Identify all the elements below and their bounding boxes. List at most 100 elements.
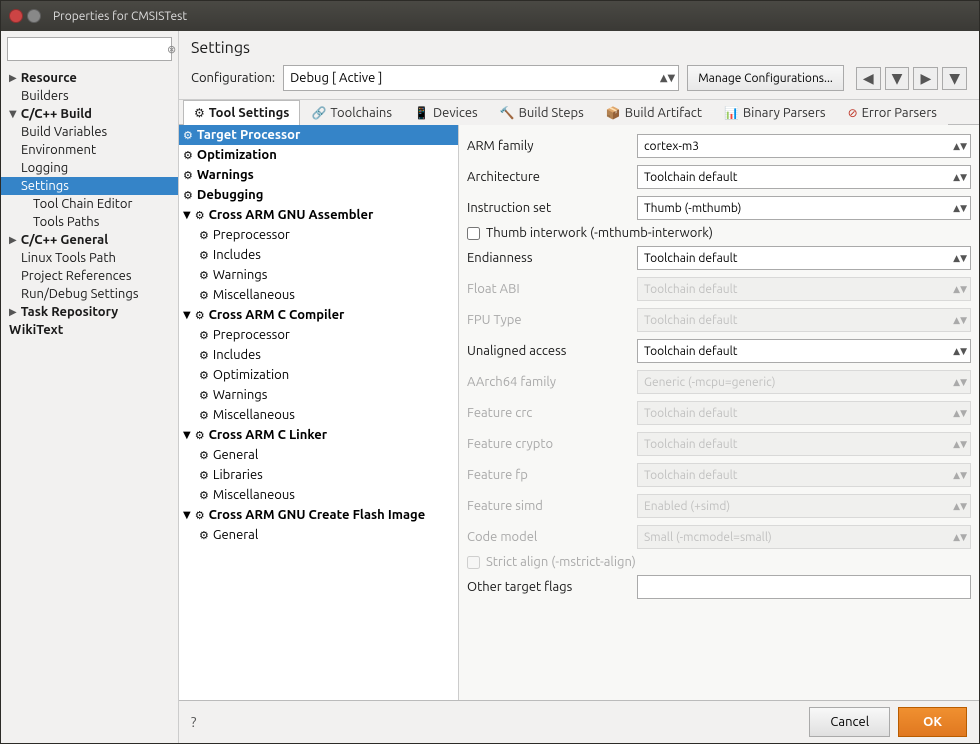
sidebar-item-tools-paths[interactable]: Tools Paths xyxy=(1,213,178,231)
tab-binary-parsers[interactable]: 📊 Binary Parsers xyxy=(713,100,837,125)
sidebar-item-cpp-build[interactable]: ▼ C/C++ Build xyxy=(1,105,178,123)
sidebar-item-label: Run/Debug Settings xyxy=(21,287,138,301)
tool-tree-item-cross-asm[interactable]: ▼ ⚙ Cross ARM GNU Assembler xyxy=(179,205,458,225)
ok-button[interactable]: OK xyxy=(898,707,967,737)
tool-tree-item-cc-includes[interactable]: ⚙ Includes xyxy=(179,345,458,365)
tab-tool-settings[interactable]: ⚙ Tool Settings xyxy=(183,100,300,125)
tab-error-parsers[interactable]: ⊘ Error Parsers xyxy=(837,100,948,125)
code-model-select[interactable]: Small (-mcmodel=small) xyxy=(637,525,971,549)
thumb-interwork-checkbox[interactable] xyxy=(467,227,480,240)
tool-tree-item-cc-preprocessor[interactable]: ⚙ Preprocessor xyxy=(179,325,458,345)
sidebar-item-linux-tools-path[interactable]: Linux Tools Path xyxy=(1,249,178,267)
tool-tree-item-cc-warnings[interactable]: ⚙ Warnings xyxy=(179,385,458,405)
tool-tree-item-debugging[interactable]: ⚙ Debugging xyxy=(179,185,458,205)
main-panel: Settings Configuration: Debug [ Active ]… xyxy=(179,31,979,743)
aarch64-family-select[interactable]: Generic (-mcpu=generic) xyxy=(637,370,971,394)
sidebar-item-builders[interactable]: Builders xyxy=(1,87,178,105)
strict-align-checkbox[interactable] xyxy=(467,556,480,569)
feature-simd-select[interactable]: Enabled (+simd) xyxy=(637,494,971,518)
expand-arrow: ▼ xyxy=(9,108,17,120)
tool-tree-item-cl-libraries[interactable]: ⚙ Libraries xyxy=(179,465,458,485)
tool-tree-item-flash-general[interactable]: ⚙ General xyxy=(179,525,458,545)
tool-tree-item-cross-c-compiler[interactable]: ▼ ⚙ Cross ARM C Compiler xyxy=(179,305,458,325)
feature-fp-select[interactable]: Toolchain default xyxy=(637,463,971,487)
tool-tree-item-asm-preprocessor[interactable]: ⚙ Preprocessor xyxy=(179,225,458,245)
float-abi-select[interactable]: Toolchain default xyxy=(637,277,971,301)
instruction-set-select[interactable]: Thumb (-mthumb) xyxy=(637,196,971,220)
feature-simd-select-wrapper: Enabled (+simd) ▲▼ xyxy=(637,494,971,518)
expand-arrow: ▶ xyxy=(9,306,17,318)
tool-tree-item-cc-optimization[interactable]: ⚙ Optimization xyxy=(179,365,458,385)
aarch64-family-label: AArch64 family xyxy=(467,375,637,389)
gear-icon: ⚙ xyxy=(199,409,209,422)
sidebar-item-project-references[interactable]: Project References xyxy=(1,267,178,285)
fpu-type-select[interactable]: Toolchain default xyxy=(637,308,971,332)
tool-tree-item-asm-warnings[interactable]: ⚙ Warnings xyxy=(179,265,458,285)
tool-tree-label: Miscellaneous xyxy=(213,288,295,302)
other-target-flags-input[interactable] xyxy=(637,575,971,599)
manage-configurations-button[interactable]: Manage Configurations... xyxy=(687,65,844,91)
sidebar-item-run-debug[interactable]: Run/Debug Settings xyxy=(1,285,178,303)
sidebar-item-tool-chain-editor[interactable]: Tool Chain Editor xyxy=(1,195,178,213)
nav-next-button[interactable]: ▶ xyxy=(913,67,938,90)
unaligned-access-row: Unaligned access Toolchain default ▲▼ xyxy=(467,338,971,364)
tool-tree-item-cc-misc[interactable]: ⚙ Miscellaneous xyxy=(179,405,458,425)
sidebar-item-label: C/C++ Build xyxy=(21,107,92,121)
nav-forward-button[interactable]: ▼ xyxy=(885,67,910,90)
sidebar-item-logging[interactable]: Logging xyxy=(1,159,178,177)
tool-tree-item-asm-misc[interactable]: ⚙ Miscellaneous xyxy=(179,285,458,305)
instruction-set-label: Instruction set xyxy=(467,201,637,215)
sidebar-item-environment[interactable]: Environment xyxy=(1,141,178,159)
feature-crc-label: Feature crc xyxy=(467,406,637,420)
help-button[interactable]: ? xyxy=(191,714,196,730)
gear-icon: ⚙ xyxy=(199,389,209,402)
code-model-label: Code model xyxy=(467,530,637,544)
feature-crypto-select[interactable]: Toolchain default xyxy=(637,432,971,456)
nav-menu-button[interactable]: ▼ xyxy=(942,67,967,90)
sidebar-item-resource[interactable]: ▶ Resource xyxy=(1,69,178,87)
tool-tree-item-cross-flash[interactable]: ▼ ⚙ Cross ARM GNU Create Flash Image xyxy=(179,505,458,525)
sidebar-item-wikitext[interactable]: WikiText xyxy=(1,321,178,339)
tab-build-artifact[interactable]: 📦 Build Artifact xyxy=(595,100,713,125)
search-input[interactable] xyxy=(12,43,167,56)
arm-family-select[interactable]: cortex-m3 xyxy=(637,134,971,158)
search-clear-icon[interactable]: ⊗ xyxy=(167,43,176,56)
gear-icon: ⚙ xyxy=(199,229,209,242)
tool-tree-item-cross-c-linker[interactable]: ▼ ⚙ Cross ARM C Linker xyxy=(179,425,458,445)
sidebar-item-label: Resource xyxy=(21,71,77,85)
architecture-select[interactable]: Toolchain default xyxy=(637,165,971,189)
tab-devices[interactable]: 📱 Devices xyxy=(403,100,489,125)
tool-tree-item-warnings[interactable]: ⚙ Warnings xyxy=(179,165,458,185)
close-button[interactable] xyxy=(9,9,23,23)
tab-build-steps[interactable]: 🔨 Build Steps xyxy=(489,100,595,125)
sidebar-item-cpp-general[interactable]: ▶ C/C++ General xyxy=(1,231,178,249)
cancel-button[interactable]: Cancel xyxy=(809,707,890,737)
tab-toolchains[interactable]: 🔗 Toolchains xyxy=(300,100,403,125)
main-window: Properties for CMSISTest ⊗ ▶ Resource Bu… xyxy=(0,0,980,744)
unaligned-access-select[interactable]: Toolchain default xyxy=(637,339,971,363)
minimize-button[interactable] xyxy=(27,9,41,23)
tool-tree-label: Cross ARM C Linker xyxy=(209,428,328,442)
arm-family-row: ARM family cortex-m3 ▲▼ xyxy=(467,133,971,159)
action-buttons: Cancel OK xyxy=(809,707,967,737)
sidebar-item-label: Project References xyxy=(21,269,131,283)
sidebar-item-build-variables[interactable]: Build Variables xyxy=(1,123,178,141)
feature-simd-label: Feature simd xyxy=(467,499,637,513)
gear-icon: ⚙ xyxy=(183,129,193,142)
tool-tree-item-cl-general[interactable]: ⚙ General xyxy=(179,445,458,465)
configuration-select[interactable]: Debug [ Active ] xyxy=(283,65,679,91)
tool-tree-item-optimization[interactable]: ⚙ Optimization xyxy=(179,145,458,165)
search-box[interactable]: ⊗ xyxy=(7,37,172,61)
tool-tree-item-cl-misc[interactable]: ⚙ Miscellaneous xyxy=(179,485,458,505)
tool-tree-item-target-processor[interactable]: ⚙ Target Processor xyxy=(179,125,458,145)
architecture-select-wrapper: Toolchain default ▲▼ xyxy=(637,165,971,189)
feature-crc-select[interactable]: Toolchain default xyxy=(637,401,971,425)
nav-back-button[interactable]: ◀ xyxy=(856,67,881,90)
tool-tree-label: Debugging xyxy=(197,188,264,202)
sidebar-item-settings[interactable]: Settings xyxy=(1,177,178,195)
endianness-select[interactable]: Toolchain default xyxy=(637,246,971,270)
configuration-select-wrapper: Debug [ Active ] ▲▼ xyxy=(283,65,679,91)
content-area: ⊗ ▶ Resource Builders ▼ C/C++ Build Buil… xyxy=(1,31,979,743)
sidebar-item-task-repository[interactable]: ▶ Task Repository xyxy=(1,303,178,321)
tool-tree-item-asm-includes[interactable]: ⚙ Includes xyxy=(179,245,458,265)
